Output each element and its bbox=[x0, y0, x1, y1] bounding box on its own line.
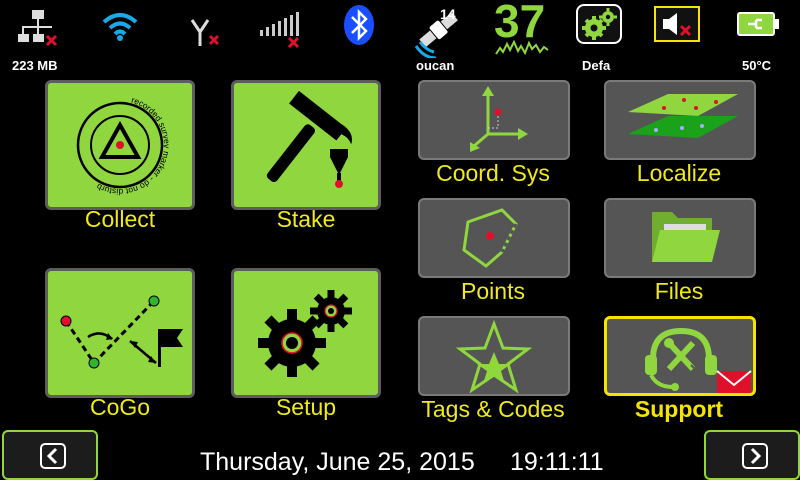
gears-icon bbox=[258, 290, 352, 377]
memory-label: 223 MB bbox=[12, 58, 58, 73]
gnss-status[interactable]: 14 bbox=[412, 2, 468, 58]
folder-icon bbox=[652, 212, 720, 262]
audio-status[interactable] bbox=[654, 6, 700, 42]
tags-codes-label: Tags & Codes bbox=[421, 396, 565, 422]
gnss-label: oucan bbox=[416, 58, 455, 73]
points-button[interactable] bbox=[418, 198, 570, 278]
coord-sys-button[interactable] bbox=[418, 80, 570, 160]
profile-status[interactable] bbox=[576, 4, 622, 44]
cellular-status[interactable] bbox=[258, 10, 306, 50]
localize-label: Localize bbox=[636, 160, 722, 186]
bluetooth-icon bbox=[344, 5, 374, 45]
radio-status[interactable] bbox=[186, 16, 226, 50]
temperature-label: 50°C bbox=[742, 58, 772, 73]
hammer-stake-icon bbox=[266, 90, 352, 188]
axes-icon bbox=[470, 86, 528, 152]
coord-sys-label: Coord. Sys bbox=[436, 160, 550, 186]
cogo-label: CoGo bbox=[89, 394, 151, 420]
localize-button[interactable] bbox=[604, 80, 756, 160]
gears-icon bbox=[576, 4, 622, 44]
radio-antenna-off-icon bbox=[190, 19, 220, 46]
stake-label: Stake bbox=[276, 206, 336, 232]
wifi-icon bbox=[102, 13, 138, 41]
points-label: Points bbox=[461, 278, 525, 304]
setup-label: Setup bbox=[275, 394, 337, 420]
wifi-status[interactable] bbox=[100, 8, 140, 42]
setup-button[interactable] bbox=[231, 268, 381, 398]
cogo-icon bbox=[60, 295, 183, 369]
collect-button[interactable]: recorded survey marker - do not disturb bbox=[45, 80, 195, 210]
support-label: Support bbox=[634, 396, 724, 422]
collect-label: Collect bbox=[84, 206, 156, 232]
battery-status[interactable] bbox=[736, 10, 782, 38]
prev-page-button[interactable] bbox=[2, 430, 98, 480]
current-time: 19:11:11 bbox=[510, 448, 604, 476]
support-button[interactable] bbox=[604, 316, 756, 396]
chevron-right-icon bbox=[742, 443, 768, 469]
network-status[interactable] bbox=[18, 6, 62, 50]
chevron-left-icon bbox=[40, 443, 66, 469]
battery-charging-icon bbox=[737, 12, 779, 36]
survey-marker-icon: recorded survey marker - do not disturb bbox=[76, 95, 172, 197]
files-button[interactable] bbox=[604, 198, 756, 278]
tags-codes-button[interactable] bbox=[418, 316, 570, 396]
files-label: Files bbox=[654, 278, 704, 304]
current-date: Thursday, June 25, 2015 bbox=[200, 448, 475, 476]
stake-button[interactable] bbox=[231, 80, 381, 210]
speaker-muted-icon bbox=[654, 6, 700, 42]
polygon-point-icon bbox=[462, 208, 518, 268]
satellite-count: 14 bbox=[440, 6, 456, 22]
profile-label: Defa bbox=[582, 58, 611, 73]
network-disconnected-icon bbox=[18, 10, 58, 47]
cellular-signal-off-icon bbox=[260, 12, 300, 49]
cogo-button[interactable] bbox=[45, 268, 195, 398]
status-bar: 223 MB 14 oucan 37 Defa 50°C bbox=[0, 0, 800, 80]
planes-icon bbox=[628, 94, 738, 138]
signal-graph-icon bbox=[495, 39, 549, 56]
next-page-button[interactable] bbox=[704, 430, 800, 480]
headset-tools-icon bbox=[645, 327, 752, 393]
star-tag-icon bbox=[455, 319, 533, 394]
bluetooth-status[interactable] bbox=[342, 4, 376, 46]
